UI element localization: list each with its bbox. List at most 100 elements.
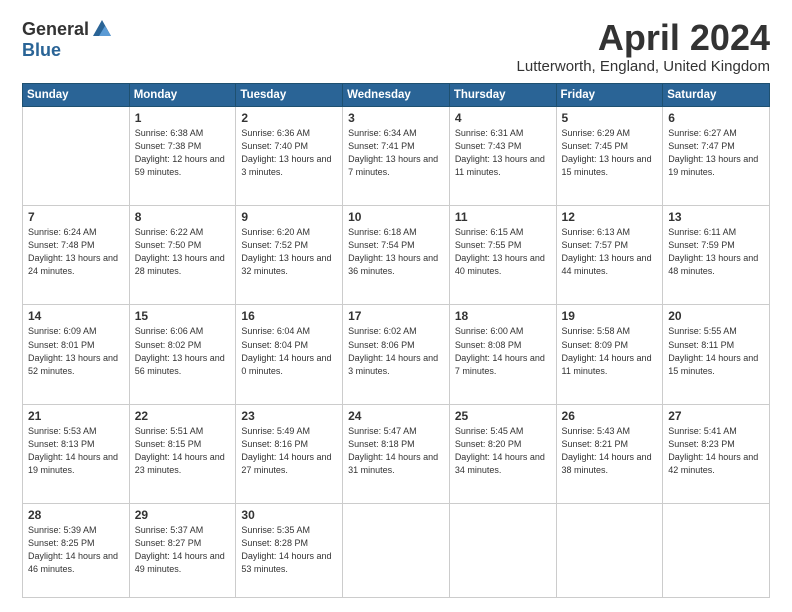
day-content: Sunrise: 5:47 AM Sunset: 8:18 PM Dayligh… [348,425,444,477]
day-number: 7 [28,210,124,224]
day-header-wednesday: Wednesday [343,83,450,106]
calendar-day-cell: 1 Sunrise: 6:38 AM Sunset: 7:38 PM Daylig… [129,106,236,205]
day-number: 25 [455,409,551,423]
day-header-monday: Monday [129,83,236,106]
calendar-day-cell: 28 Sunrise: 5:39 AM Sunset: 8:25 PM Dayli… [23,504,130,598]
calendar-day-cell: 27 Sunrise: 5:41 AM Sunset: 8:23 PM Dayli… [663,404,770,503]
calendar-day-cell: 30Sunrise: 5:35 AM Sunset: 8:28 PM Dayli… [236,504,343,598]
calendar-day-cell: 18Sunrise: 6:00 AM Sunset: 8:08 PM Dayli… [449,305,556,404]
day-content: Sunrise: 5:53 AM Sunset: 8:13 PM Dayligh… [28,425,124,477]
day-number: 28 [28,508,124,522]
calendar-table: SundayMondayTuesdayWednesdayThursdayFrid… [22,83,770,598]
day-content: Sunrise: 6:09 AM Sunset: 8:01 PM Dayligh… [28,325,124,377]
day-content: Sunrise: 6:11 AM Sunset: 7:59 PM Dayligh… [668,226,764,278]
day-content: Sunrise: 6:06 AM Sunset: 8:02 PM Dayligh… [135,325,231,377]
calendar-day-cell: 20 Sunrise: 5:55 AM Sunset: 8:11 PM Dayli… [663,305,770,404]
day-number: 24 [348,409,444,423]
empty-cell [343,504,450,598]
day-number: 29 [135,508,231,522]
day-number: 22 [135,409,231,423]
calendar-day-cell: 10 Sunrise: 6:18 AM Sunset: 7:54 PM Dayli… [343,206,450,305]
day-content: Sunrise: 6:02 AM Sunset: 8:06 PM Dayligh… [348,325,444,377]
calendar-week-row: 28 Sunrise: 5:39 AM Sunset: 8:25 PM Dayli… [23,504,770,598]
day-content: Sunrise: 5:55 AM Sunset: 8:11 PM Dayligh… [668,325,764,377]
day-content: Sunrise: 5:35 AM Sunset: 8:28 PM Dayligh… [241,524,337,576]
day-number: 9 [241,210,337,224]
month-title: April 2024 [517,18,770,58]
calendar-day-cell: 25 Sunrise: 5:45 AM Sunset: 8:20 PM Dayli… [449,404,556,503]
day-number: 10 [348,210,444,224]
calendar-day-cell: 15Sunrise: 6:06 AM Sunset: 8:02 PM Dayli… [129,305,236,404]
day-content: Sunrise: 6:13 AM Sunset: 7:57 PM Dayligh… [562,226,658,278]
empty-cell [23,106,130,205]
day-content: Sunrise: 6:31 AM Sunset: 7:43 PM Dayligh… [455,127,551,179]
day-number: 1 [135,111,231,125]
day-number: 14 [28,309,124,323]
header: General Blue April 2024 Lutterworth, Eng… [22,18,770,75]
day-content: Sunrise: 6:34 AM Sunset: 7:41 PM Dayligh… [348,127,444,179]
calendar-day-cell: 9Sunrise: 6:20 AM Sunset: 7:52 PM Daylig… [236,206,343,305]
day-content: Sunrise: 6:38 AM Sunset: 7:38 PM Dayligh… [135,127,231,179]
day-number: 5 [562,111,658,125]
day-content: Sunrise: 6:15 AM Sunset: 7:55 PM Dayligh… [455,226,551,278]
day-content: Sunrise: 5:37 AM Sunset: 8:27 PM Dayligh… [135,524,231,576]
calendar-day-cell: 29 Sunrise: 5:37 AM Sunset: 8:27 PM Dayli… [129,504,236,598]
day-content: Sunrise: 5:39 AM Sunset: 8:25 PM Dayligh… [28,524,124,576]
calendar-day-cell: 5Sunrise: 6:29 AM Sunset: 7:45 PM Daylig… [556,106,663,205]
calendar-day-cell: 23 Sunrise: 5:49 AM Sunset: 8:16 PM Dayli… [236,404,343,503]
calendar-day-cell: 4Sunrise: 6:31 AM Sunset: 7:43 PM Daylig… [449,106,556,205]
day-number: 11 [455,210,551,224]
day-header-saturday: Saturday [663,83,770,106]
calendar-day-cell: 17 Sunrise: 6:02 AM Sunset: 8:06 PM Dayli… [343,305,450,404]
day-number: 26 [562,409,658,423]
day-content: Sunrise: 5:41 AM Sunset: 8:23 PM Dayligh… [668,425,764,477]
day-number: 27 [668,409,764,423]
day-content: Sunrise: 6:24 AM Sunset: 7:48 PM Dayligh… [28,226,124,278]
day-number: 21 [28,409,124,423]
day-number: 23 [241,409,337,423]
day-number: 2 [241,111,337,125]
day-content: Sunrise: 6:00 AM Sunset: 8:08 PM Dayligh… [455,325,551,377]
logo-general-text: General [22,19,89,40]
day-number: 16 [241,309,337,323]
calendar-day-cell: 7 Sunrise: 6:24 AM Sunset: 7:48 PM Daylig… [23,206,130,305]
day-header-thursday: Thursday [449,83,556,106]
calendar-day-cell: 19Sunrise: 5:58 AM Sunset: 8:09 PM Dayli… [556,305,663,404]
calendar-week-row: 21 Sunrise: 5:53 AM Sunset: 8:13 PM Dayli… [23,404,770,503]
day-number: 17 [348,309,444,323]
title-block: April 2024 Lutterworth, England, United … [517,18,770,75]
day-content: Sunrise: 6:27 AM Sunset: 7:47 PM Dayligh… [668,127,764,179]
empty-cell [449,504,556,598]
calendar-week-row: 7 Sunrise: 6:24 AM Sunset: 7:48 PM Daylig… [23,206,770,305]
calendar-header-row: SundayMondayTuesdayWednesdayThursdayFrid… [23,83,770,106]
calendar-day-cell: 6 Sunrise: 6:27 AM Sunset: 7:47 PM Daylig… [663,106,770,205]
day-content: Sunrise: 6:36 AM Sunset: 7:40 PM Dayligh… [241,127,337,179]
calendar-day-cell: 21 Sunrise: 5:53 AM Sunset: 8:13 PM Dayli… [23,404,130,503]
calendar-day-cell: 3Sunrise: 6:34 AM Sunset: 7:41 PM Daylig… [343,106,450,205]
calendar-day-cell: 8 Sunrise: 6:22 AM Sunset: 7:50 PM Daylig… [129,206,236,305]
day-content: Sunrise: 6:22 AM Sunset: 7:50 PM Dayligh… [135,226,231,278]
location: Lutterworth, England, United Kingdom [517,58,770,75]
day-content: Sunrise: 6:04 AM Sunset: 8:04 PM Dayligh… [241,325,337,377]
calendar-day-cell: 24 Sunrise: 5:47 AM Sunset: 8:18 PM Dayli… [343,404,450,503]
calendar-day-cell: 13 Sunrise: 6:11 AM Sunset: 7:59 PM Dayli… [663,206,770,305]
day-content: Sunrise: 6:18 AM Sunset: 7:54 PM Dayligh… [348,226,444,278]
page: General Blue April 2024 Lutterworth, Eng… [0,0,792,612]
logo: General Blue [22,18,113,61]
day-header-tuesday: Tuesday [236,83,343,106]
logo-blue-text: Blue [22,40,61,61]
day-number: 6 [668,111,764,125]
day-number: 20 [668,309,764,323]
calendar-day-cell: 22 Sunrise: 5:51 AM Sunset: 8:15 PM Dayli… [129,404,236,503]
day-content: Sunrise: 5:49 AM Sunset: 8:16 PM Dayligh… [241,425,337,477]
day-content: Sunrise: 5:58 AM Sunset: 8:09 PM Dayligh… [562,325,658,377]
day-number: 8 [135,210,231,224]
calendar-day-cell: 14 Sunrise: 6:09 AM Sunset: 8:01 PM Dayli… [23,305,130,404]
day-number: 13 [668,210,764,224]
day-content: Sunrise: 5:43 AM Sunset: 8:21 PM Dayligh… [562,425,658,477]
day-content: Sunrise: 5:51 AM Sunset: 8:15 PM Dayligh… [135,425,231,477]
day-header-sunday: Sunday [23,83,130,106]
day-number: 12 [562,210,658,224]
day-content: Sunrise: 5:45 AM Sunset: 8:20 PM Dayligh… [455,425,551,477]
calendar-day-cell: 12 Sunrise: 6:13 AM Sunset: 7:57 PM Dayli… [556,206,663,305]
